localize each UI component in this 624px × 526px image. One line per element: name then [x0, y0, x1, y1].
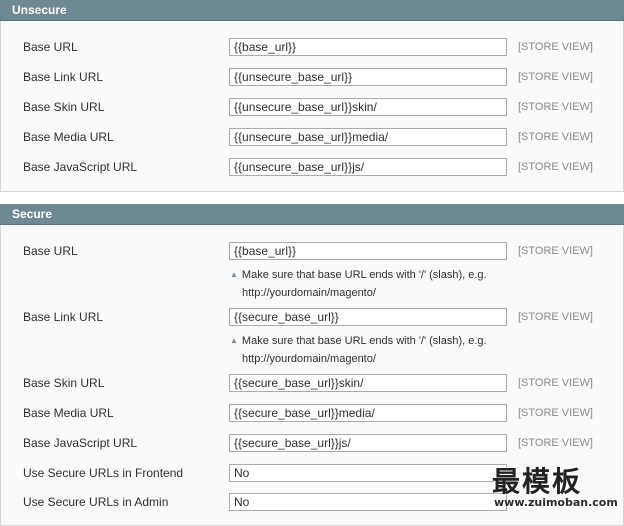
unsecure-base-url-input[interactable] [229, 38, 507, 56]
unsecure-base-javascript-url-input[interactable] [229, 158, 507, 176]
secure-base-javascript-url-input[interactable] [229, 434, 507, 452]
secure-section-header[interactable]: Secure [0, 204, 624, 225]
use-secure-frontend-select[interactable]: No [229, 464, 507, 482]
note-text: Make sure that base URL ends with '/' (s… [241, 269, 487, 281]
scope-label: [STORE VIEW] [518, 407, 593, 419]
secure-base-media-url-input[interactable] [229, 404, 507, 422]
triangle-up-icon: ▲ [230, 270, 238, 279]
scope-label: [STORE VIEW] [518, 71, 593, 83]
triangle-up-icon: ▲ [230, 336, 238, 345]
scope-label: [STORE VIEW] [518, 101, 593, 113]
secure-base-url-input[interactable] [229, 242, 507, 260]
field-label: Base Link URL [23, 310, 104, 324]
field-label: Base Media URL [23, 130, 114, 144]
scope-label: [STORE VIEW] [518, 437, 593, 449]
unsecure-section-body: Base URL [STORE VIEW] Base Link URL [STO… [0, 21, 624, 192]
field-label: Base URL [23, 244, 78, 258]
watermark: 最模板 www.zuimoban.com [488, 458, 624, 515]
unsecure-section-header[interactable]: Unsecure [0, 0, 624, 21]
use-secure-admin-select[interactable]: No [229, 493, 507, 511]
watermark-url: www.zuimoban.com [494, 496, 618, 509]
note-text-example: http://yourdomain/magento/ [242, 287, 376, 299]
field-label: Base Skin URL [23, 376, 105, 390]
scope-label: [STORE VIEW] [518, 131, 593, 143]
field-label: Base URL [23, 40, 78, 54]
note-text: Make sure that base URL ends with '/' (s… [241, 335, 487, 347]
field-label: Base Skin URL [23, 100, 105, 114]
note-text-example: http://yourdomain/magento/ [242, 353, 376, 365]
field-label: Use Secure URLs in Frontend [23, 466, 184, 480]
field-label: Base Link URL [23, 70, 104, 84]
watermark-logo-text: 最模板 [492, 465, 583, 498]
unsecure-base-link-url-input[interactable] [229, 68, 507, 86]
scope-label: [STORE VIEW] [518, 311, 593, 323]
field-note: ▲ Make sure that base URL ends with '/' (… [230, 332, 487, 368]
scope-label: [STORE VIEW] [518, 377, 593, 389]
scope-label: [STORE VIEW] [518, 245, 593, 257]
field-label: Base Media URL [23, 406, 114, 420]
secure-base-link-url-input[interactable] [229, 308, 507, 326]
field-note: ▲ Make sure that base URL ends with '/' (… [230, 266, 487, 302]
unsecure-section: Unsecure Base URL [STORE VIEW] Base Link… [0, 0, 624, 192]
secure-base-skin-url-input[interactable] [229, 374, 507, 392]
scope-label: [STORE VIEW] [518, 41, 593, 53]
unsecure-base-skin-url-input[interactable] [229, 98, 507, 116]
scope-label: [STORE VIEW] [518, 161, 593, 173]
unsecure-base-media-url-input[interactable] [229, 128, 507, 146]
field-label: Use Secure URLs in Admin [23, 495, 169, 509]
field-label: Base JavaScript URL [23, 160, 138, 174]
field-label: Base JavaScript URL [23, 436, 138, 450]
